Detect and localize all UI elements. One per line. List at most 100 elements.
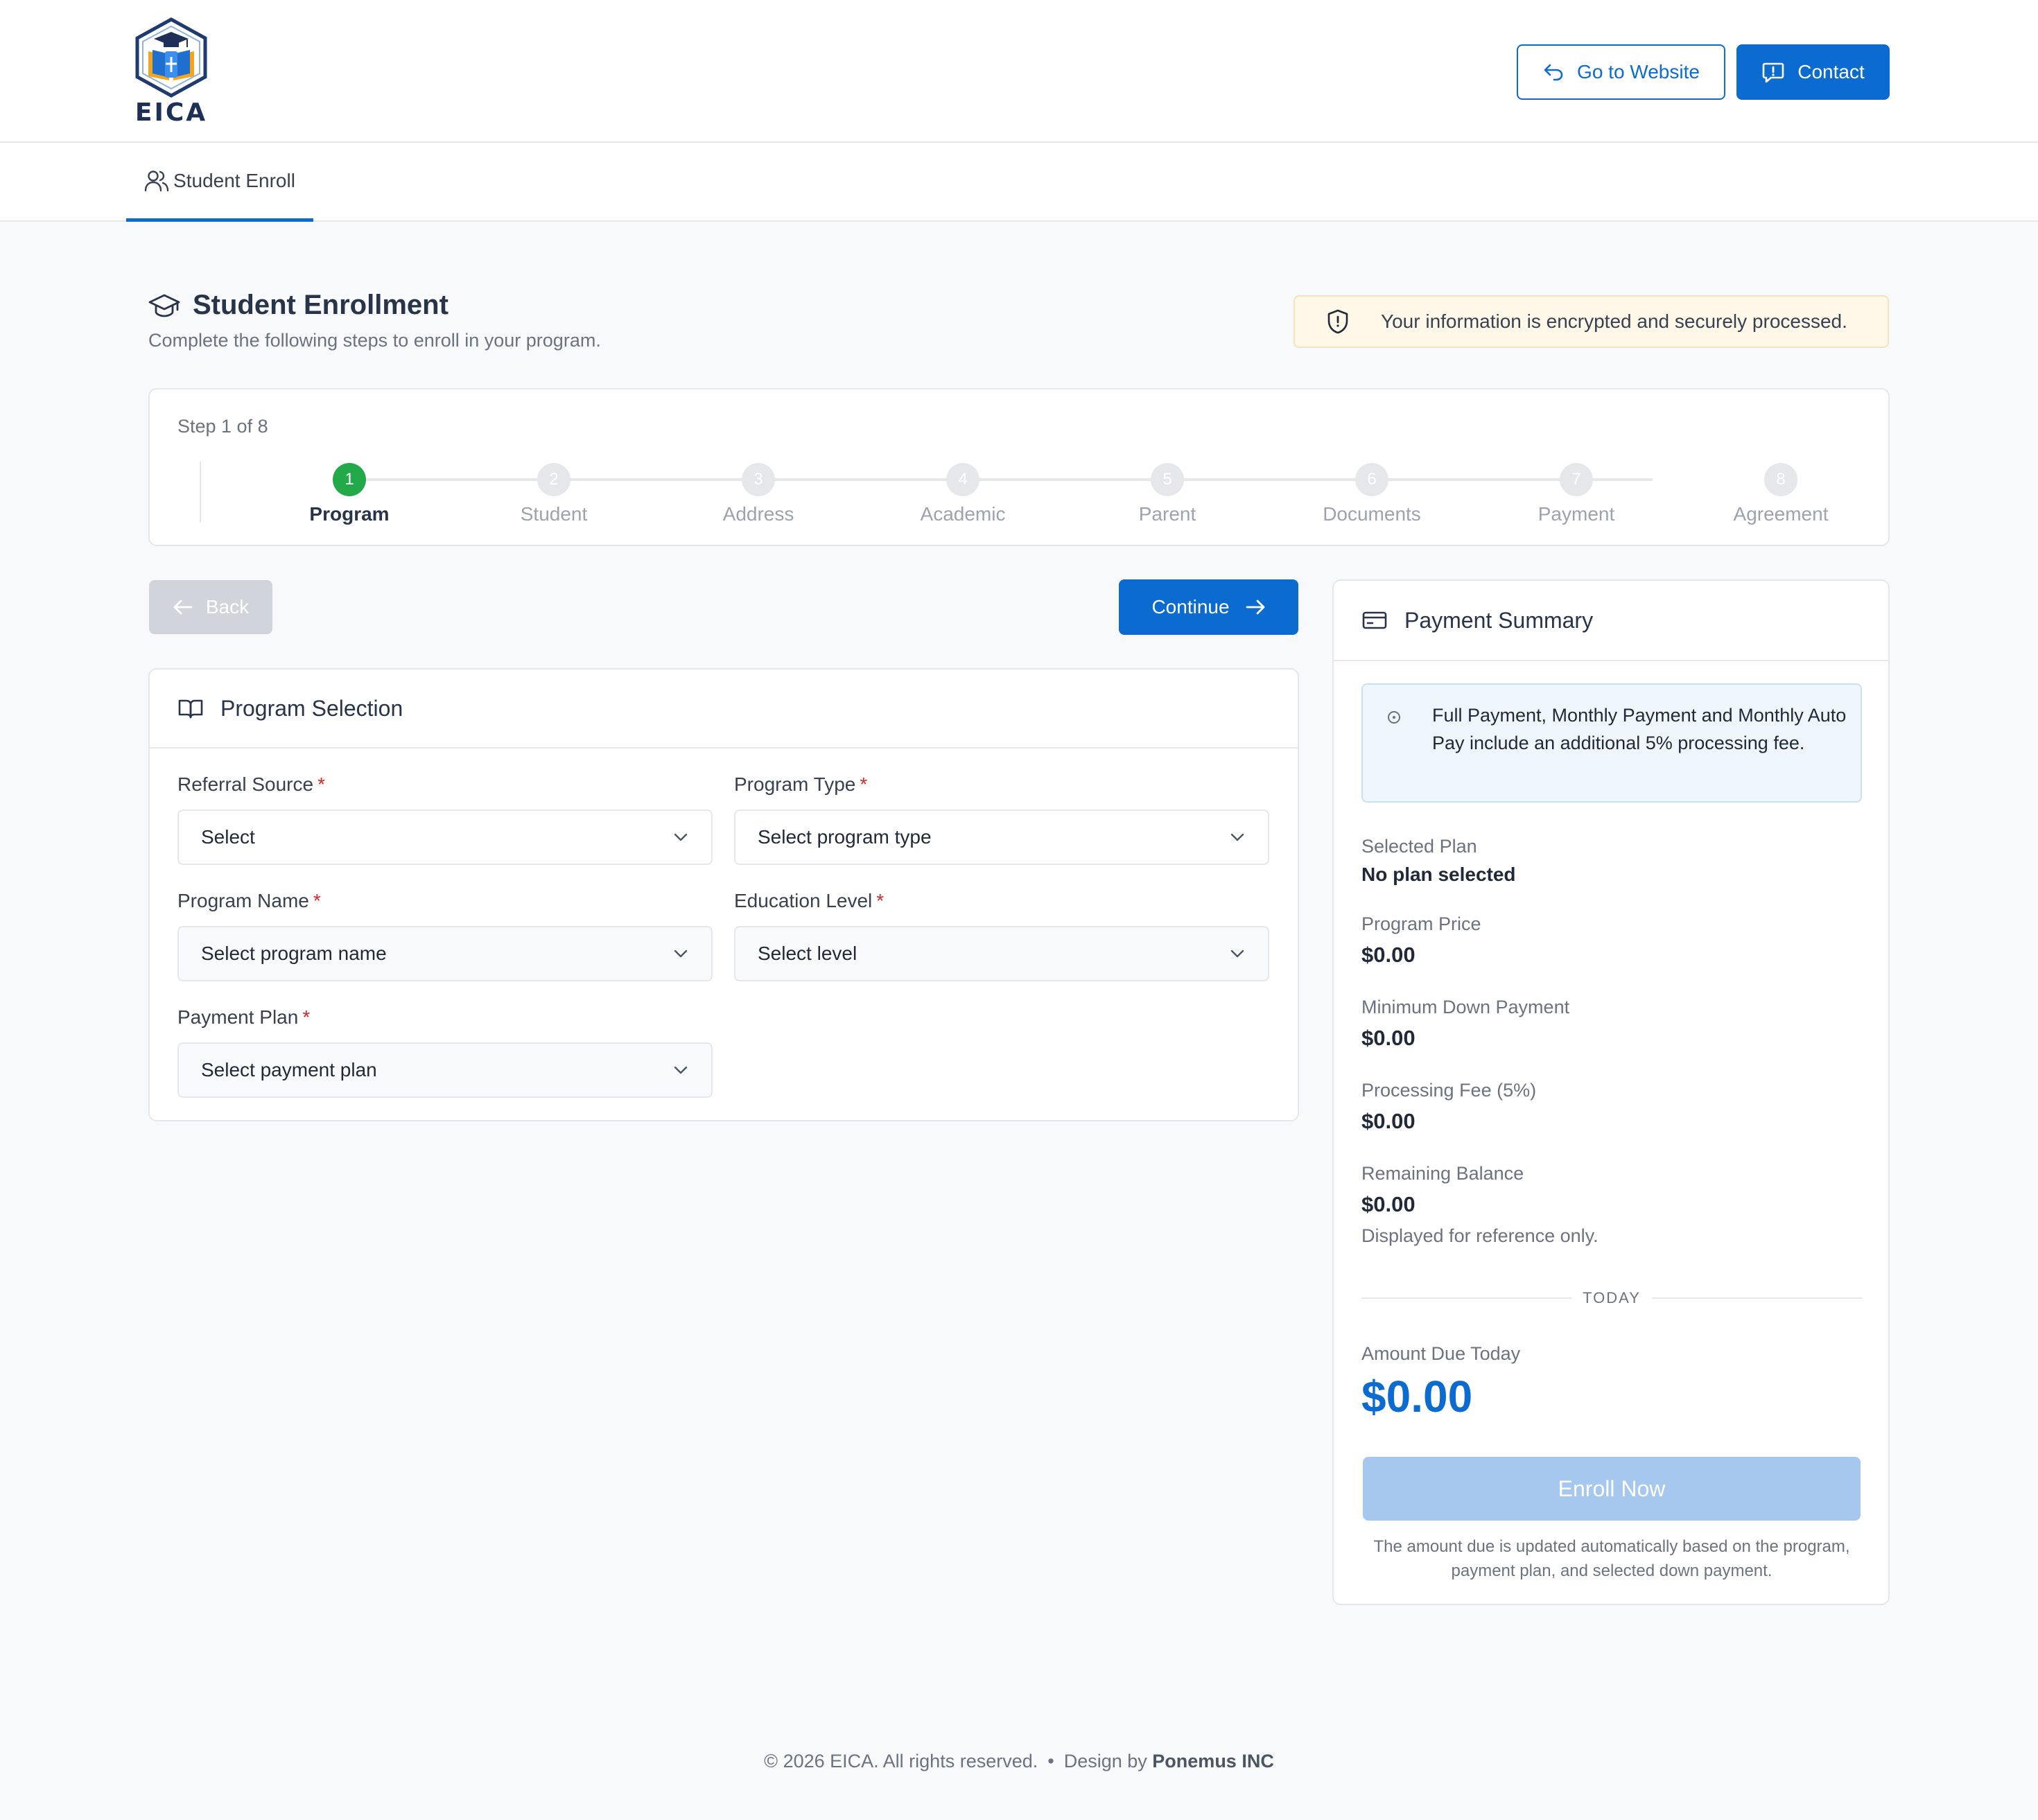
step-number: 6 — [1355, 463, 1388, 496]
contact-button[interactable]: Contact — [1736, 44, 1890, 100]
page-subtitle: Complete the following steps to enroll i… — [148, 330, 601, 351]
selected-plan-value: No plan selected — [1361, 864, 1516, 885]
step-agreement[interactable]: 8 Agreement — [1705, 463, 1857, 525]
enroll-now-button[interactable]: Enroll Now — [1363, 1457, 1861, 1521]
education-level-select[interactable]: Select level — [734, 926, 1269, 981]
step-label: Documents — [1323, 503, 1421, 525]
back-label: Back — [205, 596, 250, 618]
step-number: 7 — [1560, 463, 1593, 496]
step-label: Parent — [1138, 503, 1196, 525]
today-divider-label: TODAY — [1583, 1289, 1641, 1306]
processing-fee-info: Full Payment, Monthly Payment and Monthl… — [1361, 683, 1862, 803]
design-by-prefix: Design by — [1063, 1751, 1147, 1771]
education-level-label: Education Level * — [734, 890, 885, 911]
chevron-down-icon — [674, 833, 688, 841]
step-academic[interactable]: 4 Academic — [887, 463, 1039, 525]
referral-source-value: Select — [201, 826, 255, 848]
amount-due-footnote: The amount due is updated automatically … — [1373, 1537, 1850, 1580]
go-to-website-button[interactable]: Go to Website — [1517, 44, 1725, 100]
program-price-value: $0.00 — [1361, 943, 1416, 967]
step-counter: Step 1 of 8 — [177, 416, 268, 437]
contact-label: Contact — [1797, 61, 1865, 82]
step-label: Academic — [920, 503, 1006, 525]
program-name-value: Select program name — [201, 943, 387, 964]
step-label: Student — [520, 503, 588, 525]
program-price-label: Program Price — [1361, 913, 1481, 934]
step-number: 8 — [1764, 463, 1797, 496]
step-number: 1 — [333, 463, 366, 496]
eica-logo[interactable]: EICA — [133, 17, 209, 128]
referral-source-select[interactable]: Select — [177, 810, 713, 865]
shield-alert-icon — [1327, 309, 1348, 334]
program-type-label: Program Type * — [734, 773, 868, 795]
arrow-right-icon — [1246, 600, 1264, 615]
tab-student-enroll-label: Student Enroll — [173, 169, 295, 191]
step-number: 3 — [742, 463, 775, 496]
program-type-value: Select program type — [758, 826, 932, 848]
tab-student-enroll[interactable]: Student Enroll — [126, 143, 313, 222]
chevron-down-icon — [1230, 833, 1244, 841]
today-divider: TODAY — [1361, 1288, 1863, 1309]
step-label: Agreement — [1733, 503, 1829, 525]
step-student[interactable]: 2 Student — [478, 463, 630, 525]
step-address[interactable]: 3 Address — [682, 463, 835, 525]
remaining-balance-label: Remaining Balance — [1361, 1163, 1524, 1184]
remaining-balance-value: $0.00 — [1361, 1192, 1416, 1216]
book-open-icon — [178, 699, 203, 719]
chevron-down-icon — [674, 1066, 688, 1074]
step-number: 4 — [946, 463, 979, 496]
chevron-down-icon — [1230, 950, 1244, 958]
payment-summary-title: Payment Summary — [1404, 607, 1594, 633]
go-to-website-label: Go to Website — [1577, 61, 1700, 82]
continue-label: Continue — [1151, 596, 1230, 618]
step-payment[interactable]: 7 Payment — [1500, 463, 1653, 525]
referral-source-label: Referral Source * — [177, 773, 325, 795]
payment-plan-label: Payment Plan * — [177, 1006, 311, 1028]
step-program[interactable]: 1 Program — [273, 463, 426, 525]
logo-emblem-icon — [135, 17, 207, 98]
step-label: Address — [722, 503, 794, 525]
program-name-label: Program Name * — [177, 890, 321, 911]
min-down-payment-label: Minimum Down Payment — [1361, 997, 1570, 1017]
continue-button[interactable]: Continue — [1119, 579, 1298, 635]
tab-bar: Student Enroll — [0, 143, 2038, 222]
footer-separator: • — [1047, 1751, 1054, 1771]
stepper-divider — [200, 462, 201, 523]
info-icon — [1388, 711, 1400, 724]
security-notice: Your information is encrypted and secure… — [1294, 295, 1889, 348]
step-label: Payment — [1538, 503, 1615, 525]
program-selection-header: Program Selection — [150, 670, 1298, 749]
education-level-value: Select level — [758, 943, 857, 964]
enrollment-stepper: Step 1 of 8 1 Program 2 Student 3 Addres… — [148, 388, 1890, 546]
brand-name: EICA — [134, 98, 208, 127]
credit-card-icon — [1362, 611, 1387, 629]
program-type-select[interactable]: Select program type — [734, 810, 1269, 865]
program-selection-card: Program Selection Referral Source * Selec… — [148, 668, 1299, 1121]
page-title: Student Enrollment — [148, 290, 448, 321]
step-number: 5 — [1151, 463, 1184, 496]
remaining-balance-note: Displayed for reference only. — [1361, 1225, 1599, 1246]
step-number: 2 — [537, 463, 571, 496]
step-documents[interactable]: 6 Documents — [1296, 463, 1448, 525]
design-by-link[interactable]: Ponemus INC — [1152, 1751, 1274, 1771]
payment-summary-header: Payment Summary — [1334, 581, 1888, 661]
processing-fee-info-text: Full Payment, Monthly Payment and Monthl… — [1432, 705, 1847, 753]
program-name-select[interactable]: Select program name — [177, 926, 713, 981]
payment-plan-select[interactable]: Select payment plan — [177, 1042, 713, 1098]
selected-plan-label: Selected Plan — [1361, 836, 1477, 857]
page-footer: © 2026 EICA. All rights reserved. • Design… — [0, 1751, 2038, 1772]
top-header: EICA Go to Website Contact — [0, 0, 2038, 143]
security-notice-text: Your information is encrypted and secure… — [1381, 310, 1847, 332]
processing-fee-value: $0.00 — [1361, 1109, 1416, 1133]
amount-due-value: $0.00 — [1361, 1372, 1473, 1421]
processing-fee-label: Processing Fee (5%) — [1361, 1080, 1537, 1101]
min-down-payment-value: $0.00 — [1361, 1026, 1416, 1050]
return-arrow-icon — [1544, 64, 1563, 81]
users-icon — [144, 170, 169, 191]
arrow-left-icon — [173, 600, 193, 615]
step-parent[interactable]: 5 Parent — [1091, 463, 1244, 525]
graduation-cap-icon — [148, 294, 180, 317]
message-alert-icon — [1762, 62, 1784, 83]
payment-plan-value: Select payment plan — [201, 1059, 377, 1080]
back-button[interactable]: Back — [149, 580, 272, 634]
